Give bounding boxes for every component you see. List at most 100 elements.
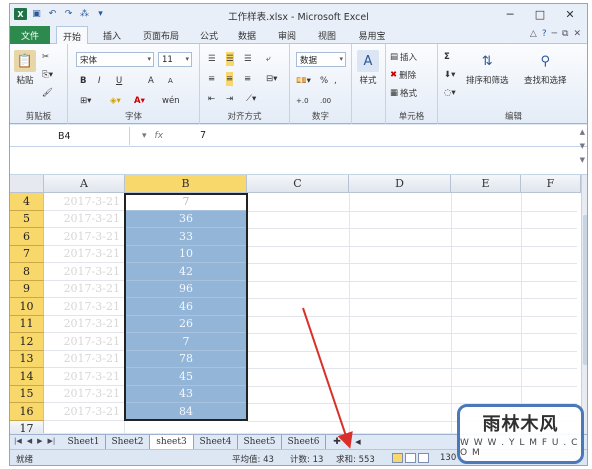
sheet-tab-sheet6[interactable]: Sheet6 <box>282 435 326 449</box>
formula-scroll-down-icon[interactable]: ▼ <box>580 142 585 150</box>
currency-icon[interactable]: 💴▾ <box>296 74 311 88</box>
comma-button[interactable]: , <box>334 74 337 88</box>
find-select-button[interactable]: ⚲ 查找和选择 <box>524 50 567 87</box>
cell-b[interactable]: 45 <box>125 368 247 386</box>
cell-b[interactable]: 43 <box>125 385 247 403</box>
sheet-tab-sheet1[interactable]: Sheet1 <box>62 435 106 449</box>
cell-b[interactable]: 33 <box>125 228 247 246</box>
font-color-icon[interactable]: A▾ <box>134 94 145 108</box>
column-header-f[interactable]: F <box>521 175 581 193</box>
cell-b[interactable]: 36 <box>125 210 247 228</box>
spreadsheet-grid[interactable]: A B C D E F 4 2017-3-21 7 5 2017-3-21 36 6 2017… <box>10 175 581 433</box>
page-layout-view-icon[interactable] <box>405 453 416 463</box>
formula-expand-icon[interactable]: ▼ <box>580 156 585 164</box>
tab-data[interactable]: 数据 <box>232 26 262 44</box>
sort-filter-button[interactable]: ⇅ 排序和筛选 <box>466 50 509 87</box>
minimize-button[interactable]: ─ <box>497 6 523 22</box>
number-format-select[interactable]: 数据 ▾ <box>296 52 346 67</box>
first-sheet-icon[interactable]: |◀ <box>14 437 22 445</box>
orientation-icon[interactable]: ⟋▾ <box>246 92 256 106</box>
column-header-a[interactable]: A <box>44 175 125 193</box>
underline-button[interactable]: U <box>116 74 122 88</box>
decrease-decimal-button[interactable]: .00 <box>320 94 331 108</box>
tab-home[interactable]: 开始 <box>56 26 88 45</box>
cell-a[interactable]: 2017-3-21 <box>44 193 125 211</box>
column-header-e[interactable]: E <box>451 175 521 193</box>
doc-minimize-icon[interactable]: ─ <box>552 29 557 39</box>
clear-icon[interactable]: ◌▾ <box>444 86 456 100</box>
page-break-view-icon[interactable] <box>418 453 429 463</box>
cell-b[interactable]: 7 <box>125 333 247 351</box>
vertical-scrollbar[interactable] <box>581 175 587 433</box>
border-icon[interactable]: ⊞▾ <box>80 94 91 108</box>
cell-a[interactable]: 2017-3-21 <box>44 368 125 386</box>
doc-close-icon[interactable]: ✕ <box>573 29 581 39</box>
align-left-icon[interactable]: ≡ <box>208 72 215 86</box>
sheet-tab-sheet4[interactable]: Sheet4 <box>194 435 238 449</box>
cell-a[interactable]: 2017-3-21 <box>44 298 125 316</box>
italic-button[interactable]: I <box>98 74 101 88</box>
merge-center-icon[interactable]: ⊟▾ <box>266 72 277 86</box>
tab-file[interactable]: 文件 <box>10 26 50 44</box>
format-cells-button[interactable]: ▦ 格式 <box>390 86 417 100</box>
cell-b[interactable]: 78 <box>125 350 247 368</box>
name-box[interactable]: B4 <box>10 127 130 145</box>
align-bottom-icon[interactable]: ☰ <box>244 52 252 66</box>
row-header[interactable]: 4 <box>10 193 44 211</box>
cell-b[interactable]: 96 <box>125 280 247 298</box>
normal-view-icon[interactable] <box>392 453 403 463</box>
paste-button[interactable]: 📋 粘贴 <box>14 50 36 86</box>
help-icon[interactable]: ? <box>542 29 547 39</box>
cell-a[interactable]: 2017-3-21 <box>44 210 125 228</box>
formula-scroll-up-icon[interactable]: ▲ <box>580 128 585 136</box>
sheet-tab-sheet5[interactable]: Sheet5 <box>238 435 282 449</box>
font-name-select[interactable]: 宋体 ▾ <box>76 52 154 67</box>
increase-decimal-button[interactable]: +.0 <box>296 94 309 108</box>
tab-insert[interactable]: 插入 <box>96 26 128 44</box>
fill-color-icon[interactable]: ◈▾ <box>110 94 121 108</box>
cell-a[interactable]: 2017-3-21 <box>44 228 125 246</box>
cell-a[interactable]: 2017-3-21 <box>44 350 125 368</box>
align-center-icon[interactable]: ≡ <box>226 72 234 86</box>
doc-restore-icon[interactable]: ⧉ <box>562 29 568 39</box>
cell-b[interactable] <box>125 420 247 433</box>
vertical-scroll-thumb[interactable] <box>583 215 587 365</box>
cell-a[interactable]: 2017-3-21 <box>44 263 125 281</box>
maximize-button[interactable]: □ <box>527 6 553 22</box>
insert-sheet-icon[interactable]: ✚ <box>328 435 346 449</box>
cell-b[interactable]: 26 <box>125 315 247 333</box>
cell-a[interactable]: 2017-3-21 <box>44 385 125 403</box>
align-right-icon[interactable]: ≡ <box>244 72 251 86</box>
close-button[interactable]: ✕ <box>557 6 583 22</box>
tab-review[interactable]: 审阅 <box>272 26 302 44</box>
last-sheet-icon[interactable]: ▶| <box>48 437 56 445</box>
shrink-font-button[interactable]: A <box>168 74 173 88</box>
format-painter-icon[interactable]: 🖌 <box>42 86 53 100</box>
cell-a[interactable]: 2017-3-21 <box>44 403 125 421</box>
autosum-button[interactable]: Σ <box>444 50 450 64</box>
cell-b[interactable]: 10 <box>125 245 247 263</box>
select-all-corner[interactable] <box>10 175 44 193</box>
row-header[interactable]: 6 <box>10 228 44 246</box>
font-size-select[interactable]: 11 ▾ <box>158 52 192 67</box>
row-header[interactable]: 14 <box>10 368 44 386</box>
cell-b[interactable]: 42 <box>125 263 247 281</box>
row-header[interactable]: 17 <box>10 420 44 433</box>
cell-a[interactable]: 2017-3-21 <box>44 280 125 298</box>
bold-button[interactable]: B <box>80 74 86 88</box>
column-header-b[interactable]: B <box>125 175 247 193</box>
fx-button[interactable]: fx <box>155 131 164 141</box>
name-box-dropdown-icon[interactable]: ▾ <box>142 131 147 141</box>
row-header[interactable]: 10 <box>10 298 44 316</box>
cell-b[interactable]: 84 <box>125 403 247 421</box>
cut-icon[interactable]: ✂ <box>42 50 49 64</box>
tab-easyuse[interactable]: 易用宝 <box>352 26 392 44</box>
prev-sheet-icon[interactable]: ◀ <box>27 437 32 445</box>
phonetic-button[interactable]: wén <box>162 94 180 108</box>
column-header-c[interactable]: C <box>247 175 349 193</box>
grow-font-button[interactable]: A <box>148 74 154 88</box>
tab-formulas[interactable]: 公式 <box>194 26 224 44</box>
cell-a[interactable]: 2017-3-21 <box>44 245 125 263</box>
cell-a[interactable]: 2017-3-21 <box>44 315 125 333</box>
row-header[interactable]: 9 <box>10 280 44 298</box>
